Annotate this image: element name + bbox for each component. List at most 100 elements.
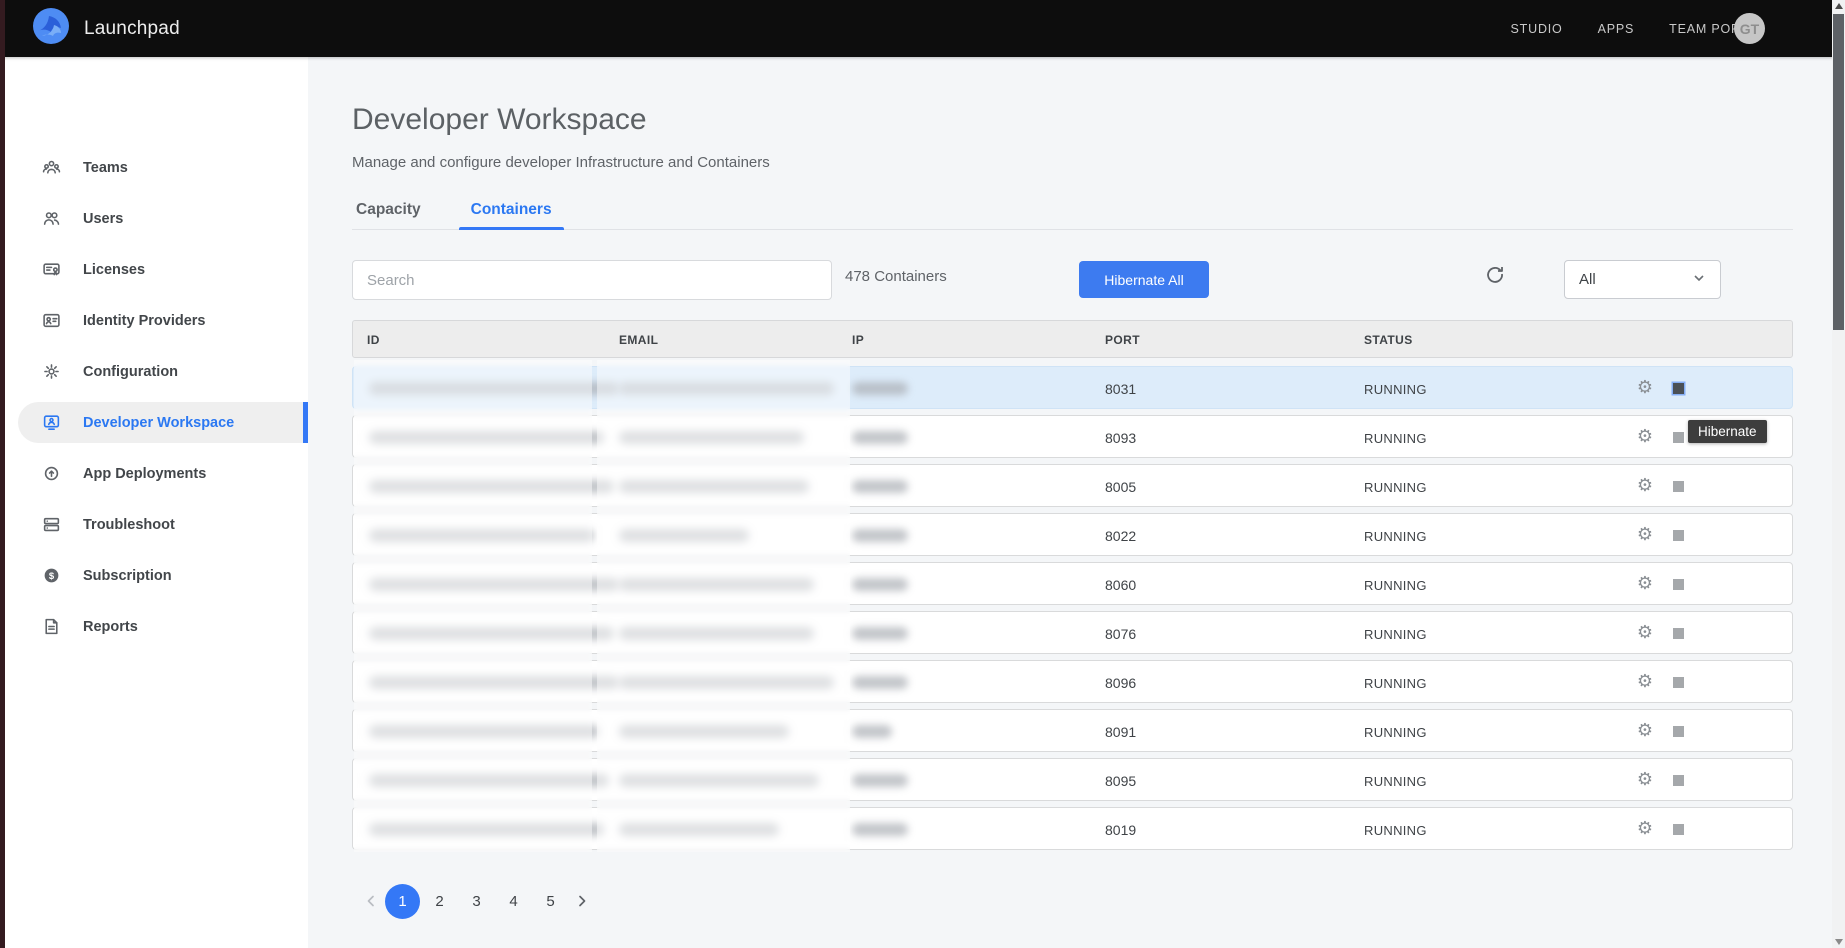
- table-row[interactable]: 8019 RUNNING ⚙: [352, 807, 1793, 850]
- sidebar-item-subscription[interactable]: $Subscription: [5, 550, 308, 601]
- stop-icon[interactable]: [1673, 530, 1684, 541]
- sidebar-item-teams[interactable]: Teams: [5, 142, 308, 193]
- table-row[interactable]: 8093 RUNNING ⚙: [352, 415, 1793, 458]
- app-window: Launchpad STUDIOAPPSTEAM PORTAL GT Teams…: [0, 0, 1845, 948]
- port-cell: 8005: [1105, 479, 1136, 495]
- stop-icon[interactable]: [1673, 677, 1684, 688]
- column-header-id: ID: [367, 333, 380, 347]
- troubleshoot-icon: [42, 515, 61, 534]
- stop-icon[interactable]: [1673, 726, 1684, 737]
- gear-icon[interactable]: ⚙: [1633, 817, 1657, 841]
- sidebar-item-label: Developer Workspace: [83, 415, 234, 431]
- pagination-next-icon[interactable]: [569, 883, 595, 919]
- port-cell: 8031: [1105, 381, 1136, 397]
- column-header-status: STATUS: [1364, 333, 1413, 347]
- redacted-ip-value: [852, 774, 908, 787]
- pagination-page-2[interactable]: 2: [422, 884, 457, 919]
- sidebar-item-reports[interactable]: Reports: [5, 601, 308, 652]
- table-row[interactable]: 8076 RUNNING ⚙: [352, 611, 1793, 654]
- stop-icon[interactable]: [1673, 481, 1684, 492]
- filter-dropdown[interactable]: All: [1564, 260, 1721, 299]
- table-row[interactable]: 8091 RUNNING ⚙: [352, 709, 1793, 752]
- redacted-id-value: [369, 431, 604, 444]
- status-cell: RUNNING: [1364, 578, 1427, 593]
- redacted-ip-value: [852, 431, 908, 444]
- sidebar-item-licenses[interactable]: Licenses: [5, 244, 308, 295]
- redacted-id-value: [369, 382, 619, 395]
- gear-icon[interactable]: ⚙: [1633, 474, 1657, 498]
- redacted-ip-value: [852, 676, 908, 689]
- brand-title: Launchpad: [84, 18, 180, 40]
- port-cell: 8019: [1105, 822, 1136, 838]
- main-content: Developer Workspace Manage and configure…: [308, 57, 1845, 948]
- gear-icon[interactable]: ⚙: [1633, 621, 1657, 645]
- chevron-down-icon: [1692, 271, 1706, 289]
- column-header-ip: IP: [852, 333, 864, 347]
- table-row[interactable]: 8096 RUNNING ⚙: [352, 660, 1793, 703]
- gear-icon[interactable]: ⚙: [1633, 523, 1657, 547]
- sidebar-item-configuration[interactable]: Configuration: [5, 346, 308, 397]
- sidebar-item-label: Subscription: [83, 568, 172, 584]
- vertical-scrollbar[interactable]: [1832, 0, 1845, 948]
- sidebar-item-label: Configuration: [83, 364, 178, 380]
- redacted-id-value: [369, 480, 614, 493]
- status-cell: RUNNING: [1364, 627, 1427, 642]
- table-header: ID EMAIL IP PORT STATUS: [352, 320, 1793, 358]
- search-input[interactable]: [352, 260, 832, 300]
- stop-icon[interactable]: [1673, 579, 1684, 590]
- stop-icon[interactable]: [1673, 628, 1684, 639]
- hibernate-all-button[interactable]: Hibernate All: [1079, 261, 1209, 298]
- sidebar-item-troubleshoot[interactable]: Troubleshoot: [5, 499, 308, 550]
- table-row[interactable]: 8095 RUNNING ⚙: [352, 758, 1793, 801]
- gear-icon[interactable]: ⚙: [1633, 425, 1657, 449]
- stop-icon[interactable]: [1673, 775, 1684, 786]
- sidebar-item-label: Users: [83, 211, 123, 227]
- sidebar-item-label: Licenses: [83, 262, 145, 278]
- stop-icon[interactable]: [1673, 432, 1684, 443]
- sidebar-item-users[interactable]: Users: [5, 193, 308, 244]
- sidebar-item-app-deployments[interactable]: App Deployments: [5, 448, 308, 499]
- scrollbar-thumb[interactable]: [1833, 14, 1844, 330]
- redacted-email-value: [619, 725, 789, 738]
- topbar-link-apps[interactable]: APPS: [1598, 22, 1635, 36]
- pagination: 12345: [358, 883, 595, 919]
- user-avatar[interactable]: GT: [1734, 13, 1765, 44]
- redacted-id-value: [369, 774, 609, 787]
- stop-icon[interactable]: [1673, 824, 1684, 835]
- redacted-id-value: [369, 823, 604, 836]
- gear-icon[interactable]: ⚙: [1633, 768, 1657, 792]
- table-row[interactable]: 8031 RUNNING ⚙: [352, 366, 1793, 409]
- page-title: Developer Workspace: [352, 103, 647, 137]
- table-row[interactable]: 8022 RUNNING ⚙: [352, 513, 1793, 556]
- redacted-email-value: [619, 578, 814, 591]
- refresh-icon[interactable]: [1481, 261, 1509, 289]
- sidebar-item-developer-workspace[interactable]: Developer Workspace: [5, 397, 308, 448]
- redacted-ip-value: [852, 382, 908, 395]
- topbar-link-studio[interactable]: STUDIO: [1511, 22, 1563, 36]
- users-icon: [42, 209, 61, 228]
- redacted-id-value: [369, 627, 614, 640]
- port-cell: 8076: [1105, 626, 1136, 642]
- gear-icon[interactable]: ⚙: [1633, 572, 1657, 596]
- port-cell: 8093: [1105, 430, 1136, 446]
- tab-capacity[interactable]: Capacity: [352, 195, 425, 229]
- topbar-nav: STUDIOAPPSTEAM PORTAL: [1511, 22, 1765, 36]
- sidebar-item-label: Teams: [83, 160, 128, 176]
- table-row[interactable]: 8005 RUNNING ⚙: [352, 464, 1793, 507]
- window-edge-strip: [0, 0, 5, 948]
- sidebar-item-identity-providers[interactable]: Identity Providers: [5, 295, 308, 346]
- scrollbar-down-arrow-icon[interactable]: [1835, 939, 1843, 945]
- tab-containers[interactable]: Containers: [467, 195, 556, 229]
- pagination-page-3[interactable]: 3: [459, 884, 494, 919]
- pagination-page-1[interactable]: 1: [385, 884, 420, 919]
- table-row[interactable]: 8060 RUNNING ⚙: [352, 562, 1793, 605]
- teams-icon: [42, 158, 61, 177]
- pagination-prev-icon[interactable]: [358, 883, 384, 919]
- gear-icon[interactable]: ⚙: [1633, 670, 1657, 694]
- gear-icon[interactable]: ⚙: [1633, 719, 1657, 743]
- gear-icon[interactable]: ⚙: [1633, 376, 1657, 400]
- pagination-page-5[interactable]: 5: [533, 884, 568, 919]
- pagination-page-4[interactable]: 4: [496, 884, 531, 919]
- scrollbar-up-arrow-icon[interactable]: [1835, 3, 1843, 9]
- stop-icon[interactable]: [1673, 383, 1684, 394]
